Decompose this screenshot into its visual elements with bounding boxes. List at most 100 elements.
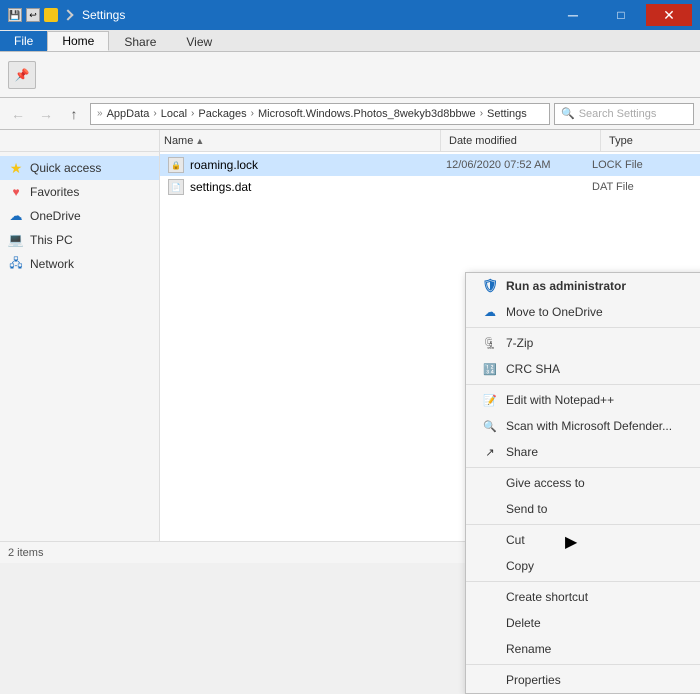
ctx-sep-1 [466,327,700,328]
zip-icon: 🗜 [482,335,498,351]
minimize-button[interactable]: ─ [550,4,596,26]
ctx-label-run-as-admin: Run as administrator [506,279,700,293]
content-wrapper: Name ▲ Date modified Type ★ Quick access… [0,130,700,541]
no-icon-copy [482,558,498,574]
ctx-properties[interactable]: Properties [466,667,700,693]
sidebar-item-quick-access[interactable]: ★ Quick access [0,156,159,180]
ctx-give-access[interactable]: Give access to ► [466,470,700,496]
ctx-label-cut: Cut [506,533,700,547]
ctx-cut[interactable]: Cut [466,527,700,553]
file-list: 🔒 roaming.lock 12/06/2020 07:52 AM LOCK … [160,152,700,541]
ribbon-bar: 📌 [0,52,700,98]
star-icon: ★ [8,160,24,176]
date-col-header[interactable]: Date modified [440,130,600,151]
titlebar-system-icons[interactable]: 💾 ↩ [8,8,72,22]
sep4: › [480,108,483,119]
undo-icon[interactable]: ↩ [26,8,40,22]
tab-share[interactable]: Share [109,31,171,51]
ctx-scan-defender[interactable]: 🔍 Scan with Microsoft Defender... [466,413,700,439]
name-col-header[interactable]: Name ▲ [160,130,440,151]
tab-file[interactable]: File [0,31,47,51]
folder-icon [44,8,58,22]
ctx-delete[interactable]: Delete [466,610,700,636]
ctx-copy[interactable]: Copy [466,553,700,579]
pin-button[interactable]: 📌 [8,61,36,89]
address-path[interactable]: » AppData › Local › Packages › Microsoft… [90,103,550,125]
ctx-label-rename: Rename [506,642,700,656]
no-icon-properties [482,672,498,688]
ctx-label-defender: Scan with Microsoft Defender... [506,419,700,433]
ctx-label-share: Share [506,445,700,459]
file-date-roaming: 12/06/2020 07:52 AM [446,159,586,171]
onedrive-icon: ☁ [482,304,498,320]
ctx-move-onedrive[interactable]: ☁ Move to OneDrive [466,299,700,325]
no-icon-cut [482,532,498,548]
sidebar-item-favorites[interactable]: ♥ Favorites [0,180,159,204]
shield-icon: 🛡 [482,278,498,294]
sidebar-label-this-pc: This PC [30,233,73,247]
search-box[interactable]: 🔍 Search Settings [554,103,694,125]
back-button[interactable]: ← [6,102,30,126]
ctx-crc-sha[interactable]: 🔢 CRC SHA ► [466,356,700,382]
path-settings[interactable]: Settings [487,108,527,120]
ribbon-tabs: File Home Share View [0,30,700,52]
window-title: Settings [82,8,125,22]
ctx-7zip[interactable]: 🗜 7-Zip ► [466,330,700,356]
ctx-label-give-access: Give access to [506,476,695,490]
ctx-label-copy: Copy [506,559,700,573]
sidebar-label-network: Network [30,257,74,271]
tab-view[interactable]: View [171,31,227,51]
sidebar-item-network[interactable]: 🖧 Network [0,252,159,276]
ctx-send-to[interactable]: Send to ► [466,496,700,522]
path-packages[interactable]: Packages [198,108,246,120]
files-area: ★ Quick access ♥ Favorites ☁ OneDrive 💻 … [0,152,700,541]
tab-home[interactable]: Home [47,31,109,51]
no-icon-give-access [482,475,498,491]
network-icon: 🖧 [8,256,24,272]
ctx-sep-5 [466,581,700,582]
sidebar-label-onedrive: OneDrive [30,209,81,223]
close-button[interactable]: ✕ [646,4,692,26]
sidebar-label-quick-access: Quick access [30,161,101,175]
heart-icon: ♥ [8,184,24,200]
file-item-roaming[interactable]: 🔒 roaming.lock 12/06/2020 07:52 AM LOCK … [160,154,700,176]
file-icon-lock: 🔒 [168,157,184,173]
path-photos[interactable]: Microsoft.Windows.Photos_8wekyb3d8bbwe [258,108,476,120]
save-icon[interactable]: 💾 [8,8,22,22]
column-headers: Name ▲ Date modified Type [0,130,700,152]
path-appdata[interactable]: AppData [107,108,150,120]
file-type-roaming: LOCK File [592,159,692,171]
forward-button[interactable]: → [34,102,58,126]
ctx-label-onedrive: Move to OneDrive [506,305,700,319]
share-icon: ↗ [482,444,498,460]
crc-icon: 🔢 [482,361,498,377]
type-col-header[interactable]: Type [600,130,700,151]
sort-arrow: ▲ [195,136,204,146]
ctx-share[interactable]: ↗ Share [466,439,700,465]
pc-icon: 💻 [8,232,24,248]
sidebar-item-this-pc[interactable]: 💻 This PC [0,228,159,252]
ctx-sep-6 [466,664,700,665]
ctx-label-crc-sha: CRC SHA [506,362,695,376]
ctx-label-7zip: 7-Zip [506,336,695,350]
file-icon-dat: 📄 [168,179,184,195]
path-local[interactable]: Local [161,108,187,120]
ctx-run-as-admin[interactable]: 🛡 Run as administrator [466,273,700,299]
sidebar-item-onedrive[interactable]: ☁ OneDrive [0,204,159,228]
ctx-label-delete: Delete [506,616,700,630]
maximize-button[interactable]: □ [598,4,644,26]
ctx-create-shortcut[interactable]: Create shortcut [466,584,700,610]
dropdown-icon[interactable] [62,9,73,20]
file-item-settings[interactable]: 📄 settings.dat DAT File [160,176,700,198]
up-button[interactable]: ↑ [62,102,86,126]
ctx-edit-notepad[interactable]: 📝 Edit with Notepad++ [466,387,700,413]
ctx-sep-4 [466,524,700,525]
search-placeholder: Search Settings [579,108,657,120]
ctx-rename[interactable]: Rename [466,636,700,662]
sep3: › [251,108,254,119]
file-type-settings: DAT File [592,181,692,193]
defender-icon: 🔍 [482,418,498,434]
window-controls[interactable]: ─ □ ✕ [550,4,692,26]
sep2: › [191,108,194,119]
no-icon-rename [482,641,498,657]
